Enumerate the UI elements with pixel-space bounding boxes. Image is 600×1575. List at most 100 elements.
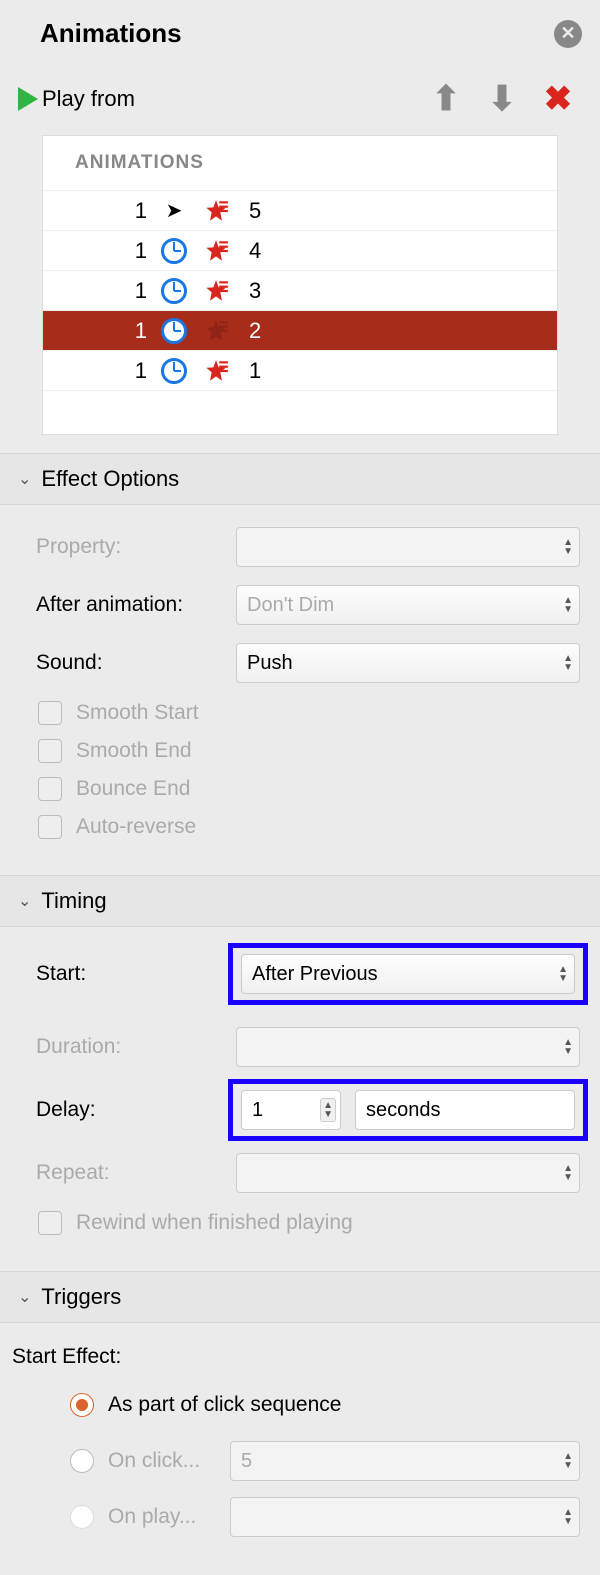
start-label: Start:: [36, 962, 226, 986]
animation-order: 1: [125, 318, 147, 344]
duration-select: ▲▼: [236, 1027, 580, 1067]
section-triggers[interactable]: ⌄ Triggers: [0, 1271, 600, 1323]
duration-label: Duration:: [36, 1035, 226, 1059]
arrow-down-icon: ⬇: [488, 79, 517, 119]
chevron-down-icon: ⌄: [18, 891, 31, 911]
chevron-down-icon: ⌄: [18, 1287, 31, 1307]
repeat-select: ▲▼: [236, 1153, 580, 1193]
animation-order: 1: [125, 278, 147, 304]
after-animation-value: Don't Dim: [247, 594, 334, 617]
animation-row[interactable]: 11: [43, 350, 557, 390]
property-label: Property:: [36, 535, 226, 559]
trigger-icon: [159, 276, 189, 306]
section-label: Triggers: [41, 1284, 121, 1310]
start-highlight: After Previous ▲▼: [228, 943, 588, 1005]
on-click-target-select: 5 ▲▼: [230, 1441, 580, 1481]
trigger-icon: [159, 356, 189, 386]
animation-label: 4: [243, 238, 545, 264]
sound-label: Sound:: [36, 651, 226, 675]
arrow-up-icon: ⬆: [432, 79, 461, 119]
section-label: Timing: [41, 888, 106, 914]
smooth-end-checkbox: [38, 739, 62, 763]
section-effect-options[interactable]: ⌄ Effect Options: [0, 453, 600, 505]
sound-value: Push: [247, 652, 293, 675]
list-header: ANIMATIONS: [43, 136, 557, 190]
move-down-button[interactable]: ⬇: [478, 75, 526, 123]
animation-order: 1: [125, 358, 147, 384]
start-value: After Previous: [252, 963, 378, 986]
section-label: Effect Options: [41, 466, 179, 492]
smooth-end-label: Smooth End: [76, 739, 192, 763]
delay-input[interactable]: 1 ▲▼: [241, 1090, 341, 1130]
on-play-target-select: ▲▼: [230, 1497, 580, 1537]
radio-on-click[interactable]: [70, 1449, 94, 1473]
after-animation-label: After animation:: [36, 593, 226, 617]
radio-click-sequence-label: As part of click sequence: [108, 1393, 341, 1417]
delay-label: Delay:: [36, 1098, 226, 1122]
animation-label: 3: [243, 278, 545, 304]
animation-order: 1: [125, 198, 147, 224]
move-up-button[interactable]: ⬆: [422, 75, 470, 123]
play-icon: [18, 87, 38, 111]
trigger-icon: [159, 316, 189, 346]
bounce-end-checkbox: [38, 777, 62, 801]
animation-label: 1: [243, 358, 545, 384]
triggers-body: Start Effect: As part of click sequence …: [0, 1323, 600, 1575]
play-from-button[interactable]: Play from: [18, 86, 135, 112]
smooth-start-label: Smooth Start: [76, 701, 199, 725]
delay-highlight: 1 ▲▼ seconds: [228, 1079, 588, 1141]
chevron-down-icon: ⌄: [18, 469, 31, 489]
effect-options-body: Property: ▲▼ After animation: Don't Dim …: [0, 505, 600, 875]
repeat-label: Repeat:: [36, 1161, 226, 1185]
play-from-label: Play from: [42, 86, 135, 112]
delay-stepper[interactable]: ▲▼: [320, 1098, 336, 1122]
effect-star-icon: [201, 356, 231, 386]
effect-star-icon: [201, 196, 231, 226]
radio-on-play-label: On play...: [108, 1505, 216, 1529]
delete-button[interactable]: ✖: [534, 75, 582, 123]
delay-unit: seconds: [366, 1099, 441, 1122]
radio-on-play: [70, 1505, 94, 1529]
animation-row[interactable]: 13: [43, 270, 557, 310]
effect-star-icon: [201, 276, 231, 306]
delay-value: 1: [252, 1099, 263, 1122]
animation-label: 5: [243, 198, 545, 224]
animation-row[interactable]: 14: [43, 230, 557, 270]
section-timing[interactable]: ⌄ Timing: [0, 875, 600, 927]
smooth-start-checkbox: [38, 701, 62, 725]
clock-icon: [161, 318, 187, 344]
rewind-label: Rewind when finished playing: [76, 1211, 353, 1235]
panel-title: Animations: [40, 18, 182, 49]
radio-click-sequence[interactable]: [70, 1393, 94, 1417]
trigger-icon: [159, 236, 189, 266]
delay-unit-box: seconds: [355, 1090, 575, 1130]
animation-row[interactable]: 1 ➤ 5: [43, 190, 557, 230]
radio-on-click-label: On click...: [108, 1449, 216, 1473]
after-animation-select[interactable]: Don't Dim ▲▼: [236, 585, 580, 625]
timing-body: Start: After Previous ▲▼ Duration: ▲▼ De…: [0, 927, 600, 1271]
bounce-end-label: Bounce End: [76, 777, 190, 801]
clock-icon: [161, 358, 187, 384]
effect-star-icon: [201, 316, 231, 346]
auto-reverse-checkbox: [38, 815, 62, 839]
close-icon[interactable]: ✕: [554, 20, 582, 48]
sound-select[interactable]: Push ▲▼: [236, 643, 580, 683]
cursor-icon: ➤: [166, 198, 183, 223]
start-select[interactable]: After Previous ▲▼: [241, 954, 575, 994]
effect-star-icon: [201, 236, 231, 266]
clock-icon: [161, 238, 187, 264]
animation-order: 1: [125, 238, 147, 264]
rewind-checkbox: [38, 1211, 62, 1235]
start-effect-label: Start Effect:: [12, 1345, 580, 1369]
auto-reverse-label: Auto-reverse: [76, 815, 196, 839]
trigger-icon: ➤: [159, 196, 189, 226]
animations-toolbar: Play from ⬆ ⬇ ✖: [0, 57, 600, 135]
clock-icon: [161, 278, 187, 304]
delete-icon: ✖: [544, 79, 573, 119]
property-select: ▲▼: [236, 527, 580, 567]
animations-list: ANIMATIONS 1➤514131211: [42, 135, 558, 435]
panel-header: Animations ✕: [0, 0, 600, 57]
on-click-target-value: 5: [241, 1450, 252, 1473]
animation-row[interactable]: 12: [43, 310, 557, 350]
animation-label: 2: [243, 318, 545, 344]
